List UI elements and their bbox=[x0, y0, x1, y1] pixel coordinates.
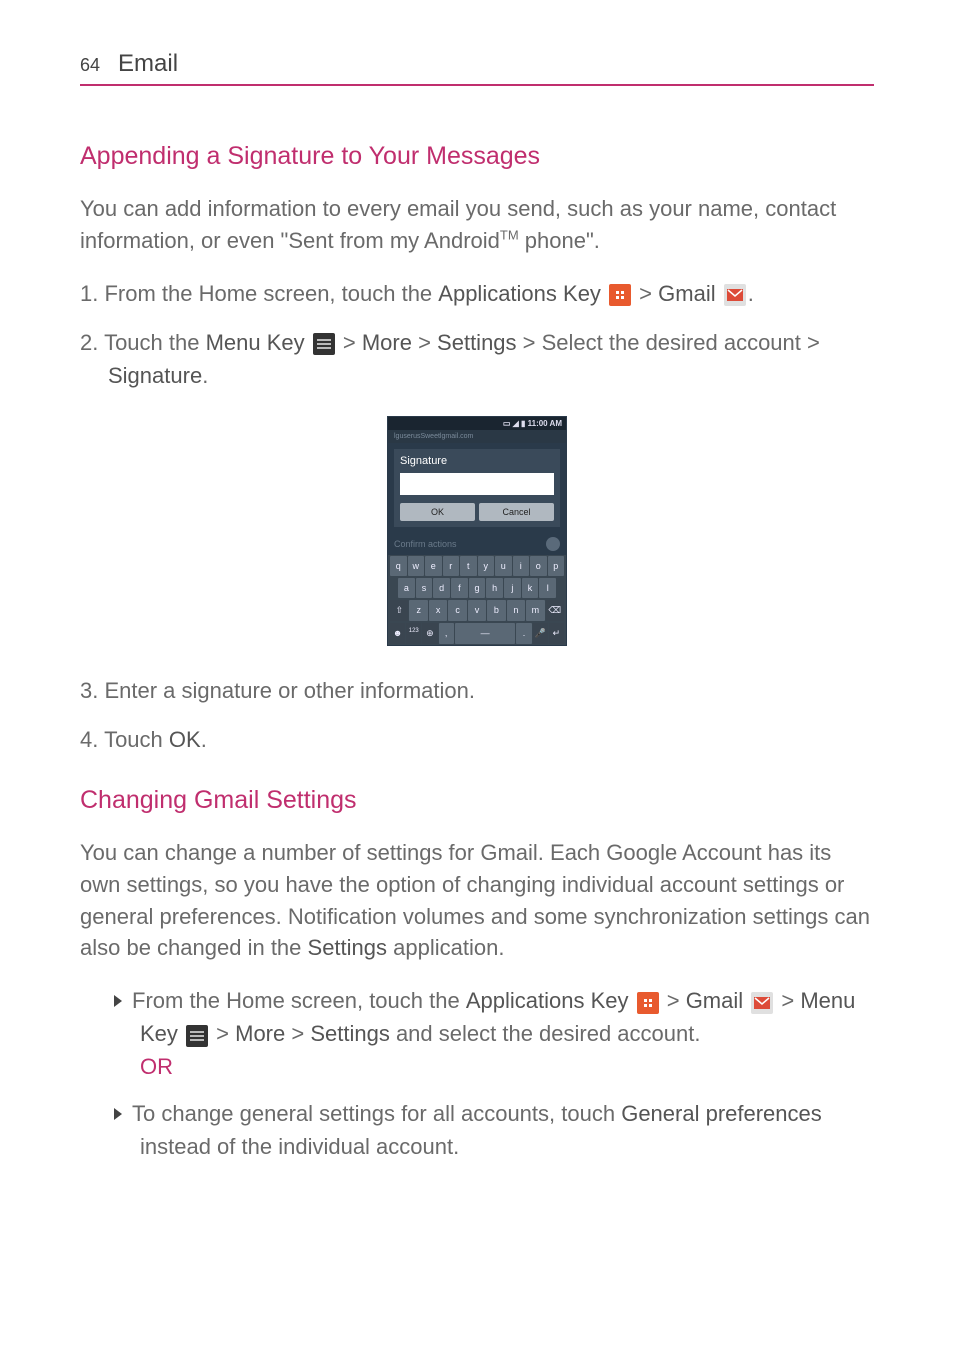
kbd-row-4: ☻ 123 ⊕ , — . 🎤 ↵ bbox=[388, 622, 566, 645]
key[interactable]: x bbox=[429, 600, 447, 621]
phone-frame: ▭ ◢ ▮ 11:00 AM lguserusSweetlgmail.com S… bbox=[387, 416, 567, 646]
section-title: Email bbox=[118, 50, 178, 78]
status-icons: ▭ ◢ ▮ bbox=[503, 419, 526, 428]
steps-signature-cont: 3. Enter a signature or other informatio… bbox=[80, 674, 874, 756]
menu-key-icon bbox=[186, 1025, 208, 1047]
bullet-icon bbox=[114, 995, 122, 1007]
bullet-icon bbox=[114, 1108, 122, 1120]
gmail-icon bbox=[751, 992, 773, 1014]
account-address: lguserusSweetlgmail.com bbox=[388, 430, 566, 443]
intro-a: You can add information to every email y… bbox=[80, 196, 836, 253]
key[interactable]: v bbox=[468, 600, 486, 621]
period-key[interactable]: . bbox=[516, 623, 531, 644]
refresh-icon bbox=[546, 537, 560, 551]
step-4: 4. Touch OK. bbox=[80, 723, 874, 756]
key[interactable]: h bbox=[486, 578, 503, 598]
heading-signature: Appending a Signature to Your Messages bbox=[80, 142, 874, 171]
globe-key[interactable]: ⊕ bbox=[422, 623, 437, 644]
key[interactable]: j bbox=[504, 578, 521, 598]
tm: TM bbox=[500, 228, 519, 243]
backspace-key[interactable]: ⌫ bbox=[546, 600, 564, 621]
key[interactable]: k bbox=[522, 578, 539, 598]
key[interactable]: s bbox=[416, 578, 433, 598]
key[interactable]: l bbox=[539, 578, 556, 598]
keyboard: q w e r t y u i o p a s d f g h j k l bbox=[388, 555, 566, 645]
signature-input[interactable] bbox=[400, 473, 554, 495]
bullet-2: To change general settings for all accou… bbox=[114, 1097, 874, 1163]
key[interactable]: y bbox=[478, 556, 495, 576]
key[interactable]: e bbox=[425, 556, 442, 576]
key[interactable]: d bbox=[433, 578, 450, 598]
key[interactable]: w bbox=[408, 556, 425, 576]
key[interactable]: a bbox=[398, 578, 415, 598]
key[interactable]: z bbox=[409, 600, 427, 621]
key[interactable]: b bbox=[487, 600, 505, 621]
cancel-button[interactable]: Cancel bbox=[479, 503, 554, 521]
status-bar: ▭ ◢ ▮ 11:00 AM bbox=[388, 417, 566, 430]
dialog-title: Signature bbox=[400, 455, 554, 467]
dialog-buttons: OK Cancel bbox=[400, 503, 554, 521]
applications-key-icon bbox=[609, 284, 631, 306]
menu-key-icon bbox=[313, 333, 335, 355]
key[interactable]: m bbox=[526, 600, 544, 621]
ok-button[interactable]: OK bbox=[400, 503, 475, 521]
page-number: 64 bbox=[80, 55, 100, 76]
step-2: 2. Touch the Menu Key > More > Settings … bbox=[80, 326, 874, 392]
heading-gmail-settings: Changing Gmail Settings bbox=[80, 786, 874, 815]
applications-key-icon bbox=[637, 992, 659, 1014]
status-time: 11:00 AM bbox=[528, 419, 562, 428]
kbd-row-1: q w e r t y u i o p bbox=[388, 555, 566, 577]
emoji-key[interactable]: ☻ bbox=[390, 623, 405, 644]
step-1: 1. From the Home screen, touch the Appli… bbox=[80, 277, 874, 310]
key[interactable]: f bbox=[451, 578, 468, 598]
step-3: 3. Enter a signature or other informatio… bbox=[80, 674, 874, 707]
or-text: OR bbox=[140, 1050, 173, 1083]
key[interactable]: o bbox=[530, 556, 547, 576]
gmail-icon bbox=[724, 284, 746, 306]
key[interactable]: q bbox=[390, 556, 407, 576]
key[interactable]: t bbox=[460, 556, 477, 576]
kbd-row-3: ⇧ z x c v b n m ⌫ bbox=[388, 599, 566, 622]
key[interactable]: r bbox=[443, 556, 460, 576]
key[interactable]: g bbox=[469, 578, 486, 598]
kbd-row-2: a s d f g h j k l bbox=[388, 577, 566, 599]
bullet-1: From the Home screen, touch the Applicat… bbox=[114, 984, 874, 1083]
num-key[interactable]: 123 bbox=[406, 623, 421, 644]
key[interactable]: i bbox=[513, 556, 530, 576]
enter-key[interactable]: ↵ bbox=[549, 623, 564, 644]
steps-signature: 1. From the Home screen, touch the Appli… bbox=[80, 277, 874, 392]
key[interactable]: n bbox=[507, 600, 525, 621]
confirm-actions-row: Confirm actions bbox=[388, 533, 566, 555]
intro-b: phone". bbox=[519, 228, 600, 253]
bullet-list-settings: From the Home screen, touch the Applicat… bbox=[114, 984, 874, 1163]
signature-dialog: Signature OK Cancel bbox=[394, 449, 560, 527]
key[interactable]: c bbox=[448, 600, 466, 621]
page-header: 64 Email bbox=[80, 50, 874, 86]
key[interactable]: u bbox=[495, 556, 512, 576]
intro-gmail-settings: You can change a number of settings for … bbox=[80, 837, 874, 965]
comma-key[interactable]: , bbox=[439, 623, 454, 644]
intro-signature: You can add information to every email y… bbox=[80, 193, 874, 257]
shift-key[interactable]: ⇧ bbox=[390, 600, 408, 621]
mic-key[interactable]: 🎤 bbox=[533, 623, 548, 644]
space-key[interactable]: — bbox=[455, 623, 516, 644]
phone-screenshot: ▭ ◢ ▮ 11:00 AM lguserusSweetlgmail.com S… bbox=[80, 416, 874, 646]
key[interactable]: p bbox=[548, 556, 565, 576]
confirm-label: Confirm actions bbox=[394, 539, 457, 549]
